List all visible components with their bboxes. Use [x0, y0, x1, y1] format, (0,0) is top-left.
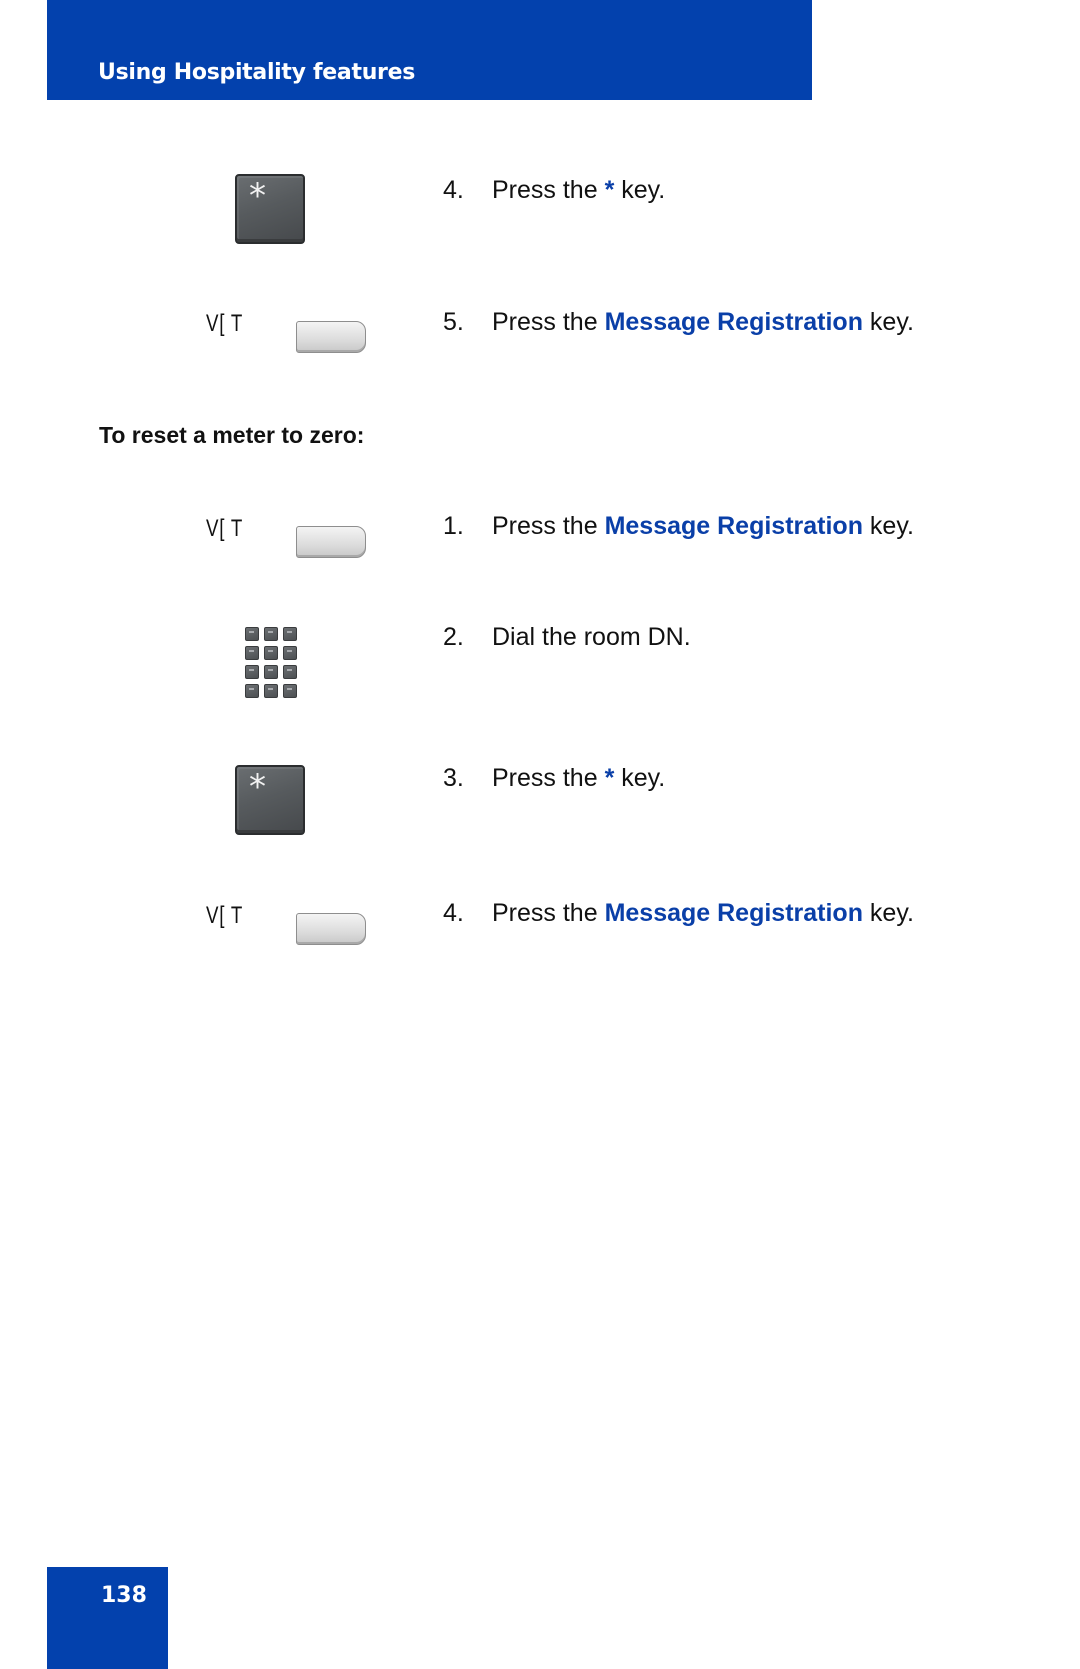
step-item: 1. Press the Message Registration key. — [443, 512, 914, 541]
chapter-header-band — [47, 0, 812, 100]
step-text-prefix: Press the — [492, 899, 605, 927]
step-item: 3. Press the * key. — [443, 764, 665, 793]
step-text-suffix: key. — [614, 764, 666, 792]
softkey-icon — [296, 913, 366, 945]
dialpad-key — [264, 646, 278, 660]
step-text-suffix: key. — [862, 899, 914, 927]
softkey-label: V[ T — [206, 515, 244, 542]
step-item: 4. Press the * key. — [443, 176, 665, 205]
section-heading: To reset a meter to zero: — [99, 422, 365, 448]
step-text-prefix: Press the — [492, 512, 605, 540]
softkey-icon — [296, 321, 366, 353]
step-key-highlight: * — [604, 764, 615, 792]
dialpad-key — [264, 684, 278, 698]
step-item: 4. Press the Message Registration key. — [443, 899, 914, 928]
step-key-highlight: Message Registration — [604, 512, 863, 540]
step-key-highlight: Message Registration — [604, 899, 863, 927]
step-text-prefix: Press the — [492, 176, 605, 204]
dialpad-key — [245, 627, 259, 641]
star-key-icon: * — [235, 174, 305, 244]
star-key-icon: * — [235, 765, 305, 835]
asterisk-glyph: * — [249, 767, 266, 807]
dialpad-key — [283, 684, 297, 698]
step-key-highlight: Message Registration — [604, 308, 863, 336]
step-number: 2. — [443, 623, 464, 651]
dialpad-key — [264, 627, 278, 641]
step-number: 1. — [443, 512, 464, 540]
page-number-block: 138 — [47, 1567, 168, 1669]
step-key-highlight: * — [604, 176, 615, 204]
dialpad-icon — [245, 627, 297, 701]
step-text-suffix: key. — [862, 512, 914, 540]
chapter-title: Using Hospitality features — [98, 60, 416, 85]
step-text-suffix: key. — [862, 308, 914, 336]
step-item: 2. Dial the room DN. — [443, 623, 691, 652]
dialpad-key — [264, 665, 278, 679]
dialpad-key — [283, 627, 297, 641]
softkey-label: V[ T — [206, 310, 244, 337]
step-text: Dial the room DN. — [492, 623, 691, 651]
dialpad-key — [283, 665, 297, 679]
softkey-icon — [296, 526, 366, 558]
dialpad-key — [283, 646, 297, 660]
step-text-prefix: Press the — [492, 308, 605, 336]
step-item: 5. Press the Message Registration key. — [443, 308, 914, 337]
softkey-label: V[ T — [206, 902, 244, 929]
step-text-suffix: key. — [614, 176, 666, 204]
step-text-prefix: Press the — [492, 764, 605, 792]
dialpad-key — [245, 665, 259, 679]
step-number: 3. — [443, 764, 464, 792]
dialpad-key — [245, 684, 259, 698]
dialpad-key — [245, 646, 259, 660]
step-number: 4. — [443, 899, 464, 927]
step-number: 4. — [443, 176, 464, 204]
page-number: 138 — [101, 1583, 147, 1608]
step-number: 5. — [443, 308, 464, 336]
asterisk-glyph: * — [249, 176, 266, 216]
